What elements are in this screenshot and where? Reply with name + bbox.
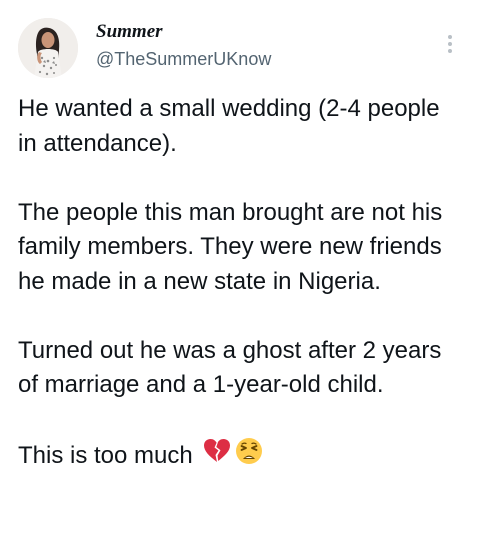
profile-photo <box>18 18 78 78</box>
tweet-paragraph: Turned out he was a ghost after 2 years … <box>18 336 442 399</box>
tweet-last-line: This is too much <box>18 437 463 476</box>
display-name[interactable]: Summer <box>96 21 163 43</box>
tweet-card: Summer @TheSummerUKnow He wanted a small… <box>0 0 479 555</box>
tweet-paragraph: He wanted a small wedding (2-4 people in… <box>18 95 440 157</box>
tweet-text: He wanted a small wedding (2-4 people in… <box>18 92 463 476</box>
tweet-last-line-text: This is too much <box>18 442 193 469</box>
weary-face-icon <box>235 437 263 476</box>
avatar[interactable] <box>18 18 78 78</box>
broken-heart-icon <box>203 438 231 475</box>
tweet-paragraph: The people this man brought are not his … <box>18 198 443 295</box>
more-options-icon[interactable] <box>440 30 460 60</box>
user-handle[interactable]: @TheSummerUKnow <box>96 48 271 70</box>
